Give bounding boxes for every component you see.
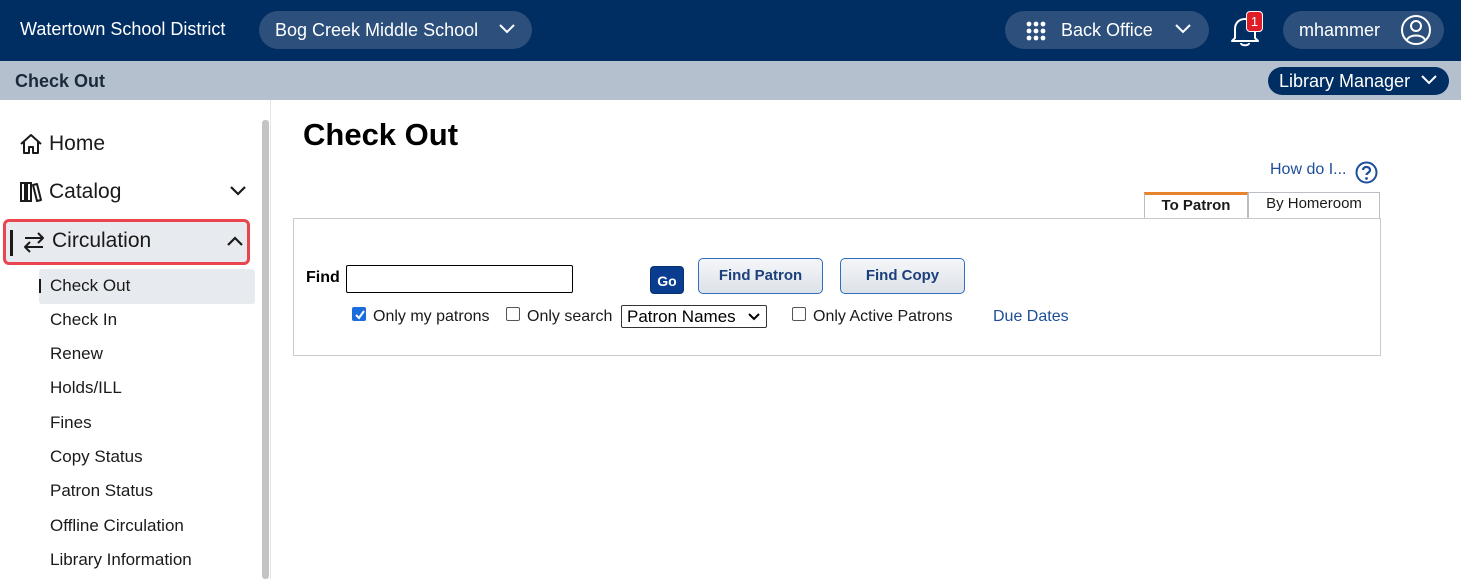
sidebar-subitem-renew[interactable]: Renew <box>50 344 103 364</box>
chevron-down-icon <box>1421 75 1437 85</box>
sidebar-subitem-patron-status[interactable]: Patron Status <box>50 481 153 501</box>
chevron-down-icon <box>499 24 515 34</box>
sidebar-subitem-check-out[interactable]: Check Out <box>50 276 130 296</box>
sidebar-item-catalog[interactable]: Catalog <box>0 172 262 212</box>
sidebar-subitem-holds-ill[interactable]: Holds/ILL <box>50 378 122 398</box>
user-avatar-icon <box>1401 15 1431 45</box>
only-my-patrons-label: Only my patrons <box>373 308 490 325</box>
district-name[interactable]: Watertown School District <box>20 19 225 40</box>
sidebar-subitem-offline-circulation[interactable]: Offline Circulation <box>50 516 184 536</box>
back-office-menu[interactable]: Back Office <box>1005 11 1209 49</box>
chevron-down-icon <box>230 186 246 196</box>
sidebar-subitem-fines[interactable]: Fines <box>50 413 92 433</box>
chevron-down-icon <box>1175 24 1191 34</box>
sidebar-scrollbar[interactable] <box>262 120 269 579</box>
go-button[interactable]: Go <box>650 266 684 294</box>
sidebar-subitem-library-information[interactable]: Library Information <box>50 550 192 570</box>
school-selector[interactable]: Bog Creek Middle School <box>259 11 532 49</box>
notification-badge: 1 <box>1246 11 1263 32</box>
chevron-up-icon <box>227 236 243 246</box>
books-icon <box>20 182 42 202</box>
find-label: Find <box>306 269 340 286</box>
how-do-i-link[interactable]: How do I... <box>1270 161 1346 179</box>
sidebar-item-circulation[interactable]: Circulation <box>3 219 250 265</box>
search-field-select[interactable]: Patron Names <box>621 305 767 328</box>
role-selector[interactable]: Library Manager <box>1268 67 1449 95</box>
chevron-down-icon <box>748 313 760 321</box>
sidebar-item-label: Catalog <box>49 180 122 203</box>
search-field-value: Patron Names <box>627 307 736 326</box>
role-label: Library Manager <box>1279 71 1411 91</box>
sidebar-item-label: Home <box>49 132 106 155</box>
only-active-patrons-checkbox[interactable] <box>792 307 806 321</box>
sidebar-item-label: Circulation <box>52 229 152 252</box>
tab-to-patron[interactable]: To Patron <box>1144 192 1248 218</box>
find-input[interactable] <box>346 265 573 293</box>
due-dates-link[interactable]: Due Dates <box>993 308 1069 326</box>
help-icon[interactable] <box>1355 161 1378 184</box>
only-my-patrons-checkbox[interactable] <box>352 307 366 321</box>
find-patron-button[interactable]: Find Patron <box>698 258 823 294</box>
only-search-label: Only search <box>527 308 613 325</box>
sidebar-subitem-copy-status[interactable]: Copy Status <box>50 447 143 467</box>
apps-grid-icon <box>1026 21 1046 41</box>
user-menu[interactable]: mhammer <box>1283 11 1444 49</box>
tab-by-homeroom[interactable]: By Homeroom <box>1248 192 1380 218</box>
active-indicator <box>10 230 13 256</box>
section-title: Check Out <box>15 71 106 91</box>
back-office-label: Back Office <box>1061 19 1153 40</box>
checkmark-icon <box>355 310 365 320</box>
transfer-arrows-icon <box>24 232 44 253</box>
page-title: Check Out <box>303 117 459 152</box>
sub-header: Check Out <box>0 61 1461 100</box>
username: mhammer <box>1299 19 1381 40</box>
only-search-checkbox[interactable] <box>506 307 520 321</box>
only-active-patrons-label: Only Active Patrons <box>813 308 953 325</box>
active-subitem-marker <box>39 279 41 293</box>
home-icon <box>20 134 42 154</box>
top-bar: Watertown School District Bog Creek Midd… <box>0 0 1461 61</box>
school-name: Bog Creek Middle School <box>275 19 479 40</box>
sidebar-subitem-check-in[interactable]: Check In <box>50 310 117 330</box>
sidebar-item-home[interactable]: Home <box>0 124 262 164</box>
find-copy-button[interactable]: Find Copy <box>840 258 965 294</box>
